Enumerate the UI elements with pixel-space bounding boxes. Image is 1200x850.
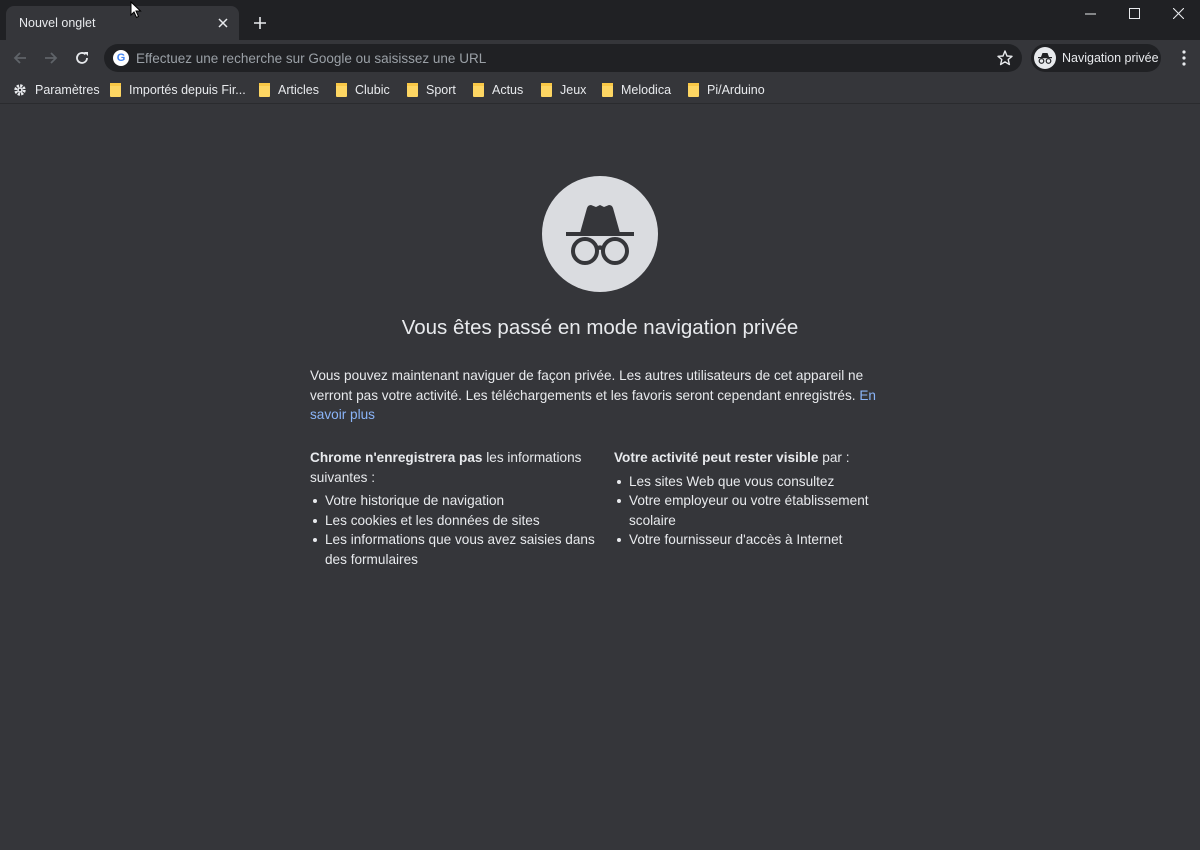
bookmark-label: Sport [426,83,456,97]
bookmark-folder[interactable]: Sport [407,81,456,99]
incognito-label: Navigation privée [1062,51,1159,65]
list-item: Votre historique de navigation [310,491,595,511]
maximize-icon[interactable] [1112,0,1156,26]
incognito-icon [1034,47,1056,69]
list-item: Votre fournisseur d'accès à Internet [614,530,899,550]
visible-to-section: Votre activité peut rester visible par :… [614,448,899,550]
tab-close-icon[interactable] [214,14,232,32]
visible-to-title: Votre activité peut rester visible par : [614,448,899,468]
minimize-icon[interactable] [1068,0,1112,26]
bookmark-label: Articles [278,83,319,97]
bookmark-label: Clubic [355,83,390,97]
mouse-cursor-icon [130,1,142,19]
google-g-icon: G [113,50,129,66]
bookmarks-bar: Paramètres Importés depuis Fir... Articl… [0,76,1200,104]
bookmark-folder[interactable]: Pi/Arduino [688,81,765,99]
bookmark-folder[interactable]: Importés depuis Fir... [110,81,246,99]
page-title: Vous êtes passé en mode navigation privé… [401,316,799,339]
tab-title: Nouvel onglet [19,16,96,30]
folder-icon [688,83,699,97]
incognito-page: Vous êtes passé en mode navigation privé… [0,105,1200,850]
folder-icon [259,83,270,97]
gear-icon [14,84,26,96]
folder-icon [336,83,347,97]
not-saved-title-bold: Chrome n'enregistrera pas [310,450,483,465]
folder-icon [541,83,552,97]
bookmark-label: Jeux [560,83,587,97]
menu-kebab-icon[interactable] [1172,45,1196,71]
folder-icon [473,83,484,97]
new-tab-plus-icon[interactable] [250,13,270,33]
bookmark-label: Melodica [621,83,672,97]
visible-to-title-bold: Votre activité peut rester visible [614,450,819,465]
bookmark-folder[interactable]: Jeux [541,81,586,99]
address-input[interactable] [136,49,976,67]
not-saved-section: Chrome n'enregistrera pas les informatio… [310,448,595,569]
incognito-profile-button[interactable]: Navigation privée [1031,44,1161,72]
intro-text: Vous pouvez maintenant naviguer de façon… [310,368,864,403]
folder-icon [407,83,418,97]
list-item: Les informations que vous avez saisies d… [310,530,595,569]
omnibox[interactable]: G [104,44,1022,72]
bookmark-folder[interactable]: Clubic [336,81,390,99]
back-arrow-icon[interactable] [7,45,33,71]
bookmark-folder[interactable]: Actus [473,81,523,99]
intro-paragraph: Vous pouvez maintenant naviguer de façon… [310,366,890,425]
list-item: Les cookies et les données de sites [310,511,595,531]
window-close-icon[interactable] [1156,0,1200,26]
bookmark-label: Importés depuis Fir... [129,83,246,97]
not-saved-title: Chrome n'enregistrera pas les informatio… [310,448,595,487]
bookmark-folder[interactable]: Melodica [602,81,671,99]
bookmark-folder[interactable]: Articles [259,81,319,99]
incognito-hero-icon [542,176,658,292]
forward-arrow-icon[interactable] [38,45,64,71]
list-item: Votre employeur ou votre établissement s… [614,491,899,530]
folder-icon [110,83,121,97]
bookmark-settings[interactable]: Paramètres [13,81,100,99]
bookmark-star-icon[interactable] [996,49,1014,67]
bookmark-label: Actus [492,83,524,97]
title-bar: Nouvel onglet [0,0,1200,40]
reload-icon[interactable] [69,45,95,71]
visible-to-title-rest: par : [818,450,850,465]
bookmark-label: Paramètres [35,83,100,97]
toolbar: G Navigation privée [0,40,1200,76]
folder-icon [602,83,613,97]
tab-new-tab[interactable]: Nouvel onglet [6,6,239,40]
list-item: Les sites Web que vous consultez [614,472,899,492]
bookmark-label: Pi/Arduino [707,83,765,97]
